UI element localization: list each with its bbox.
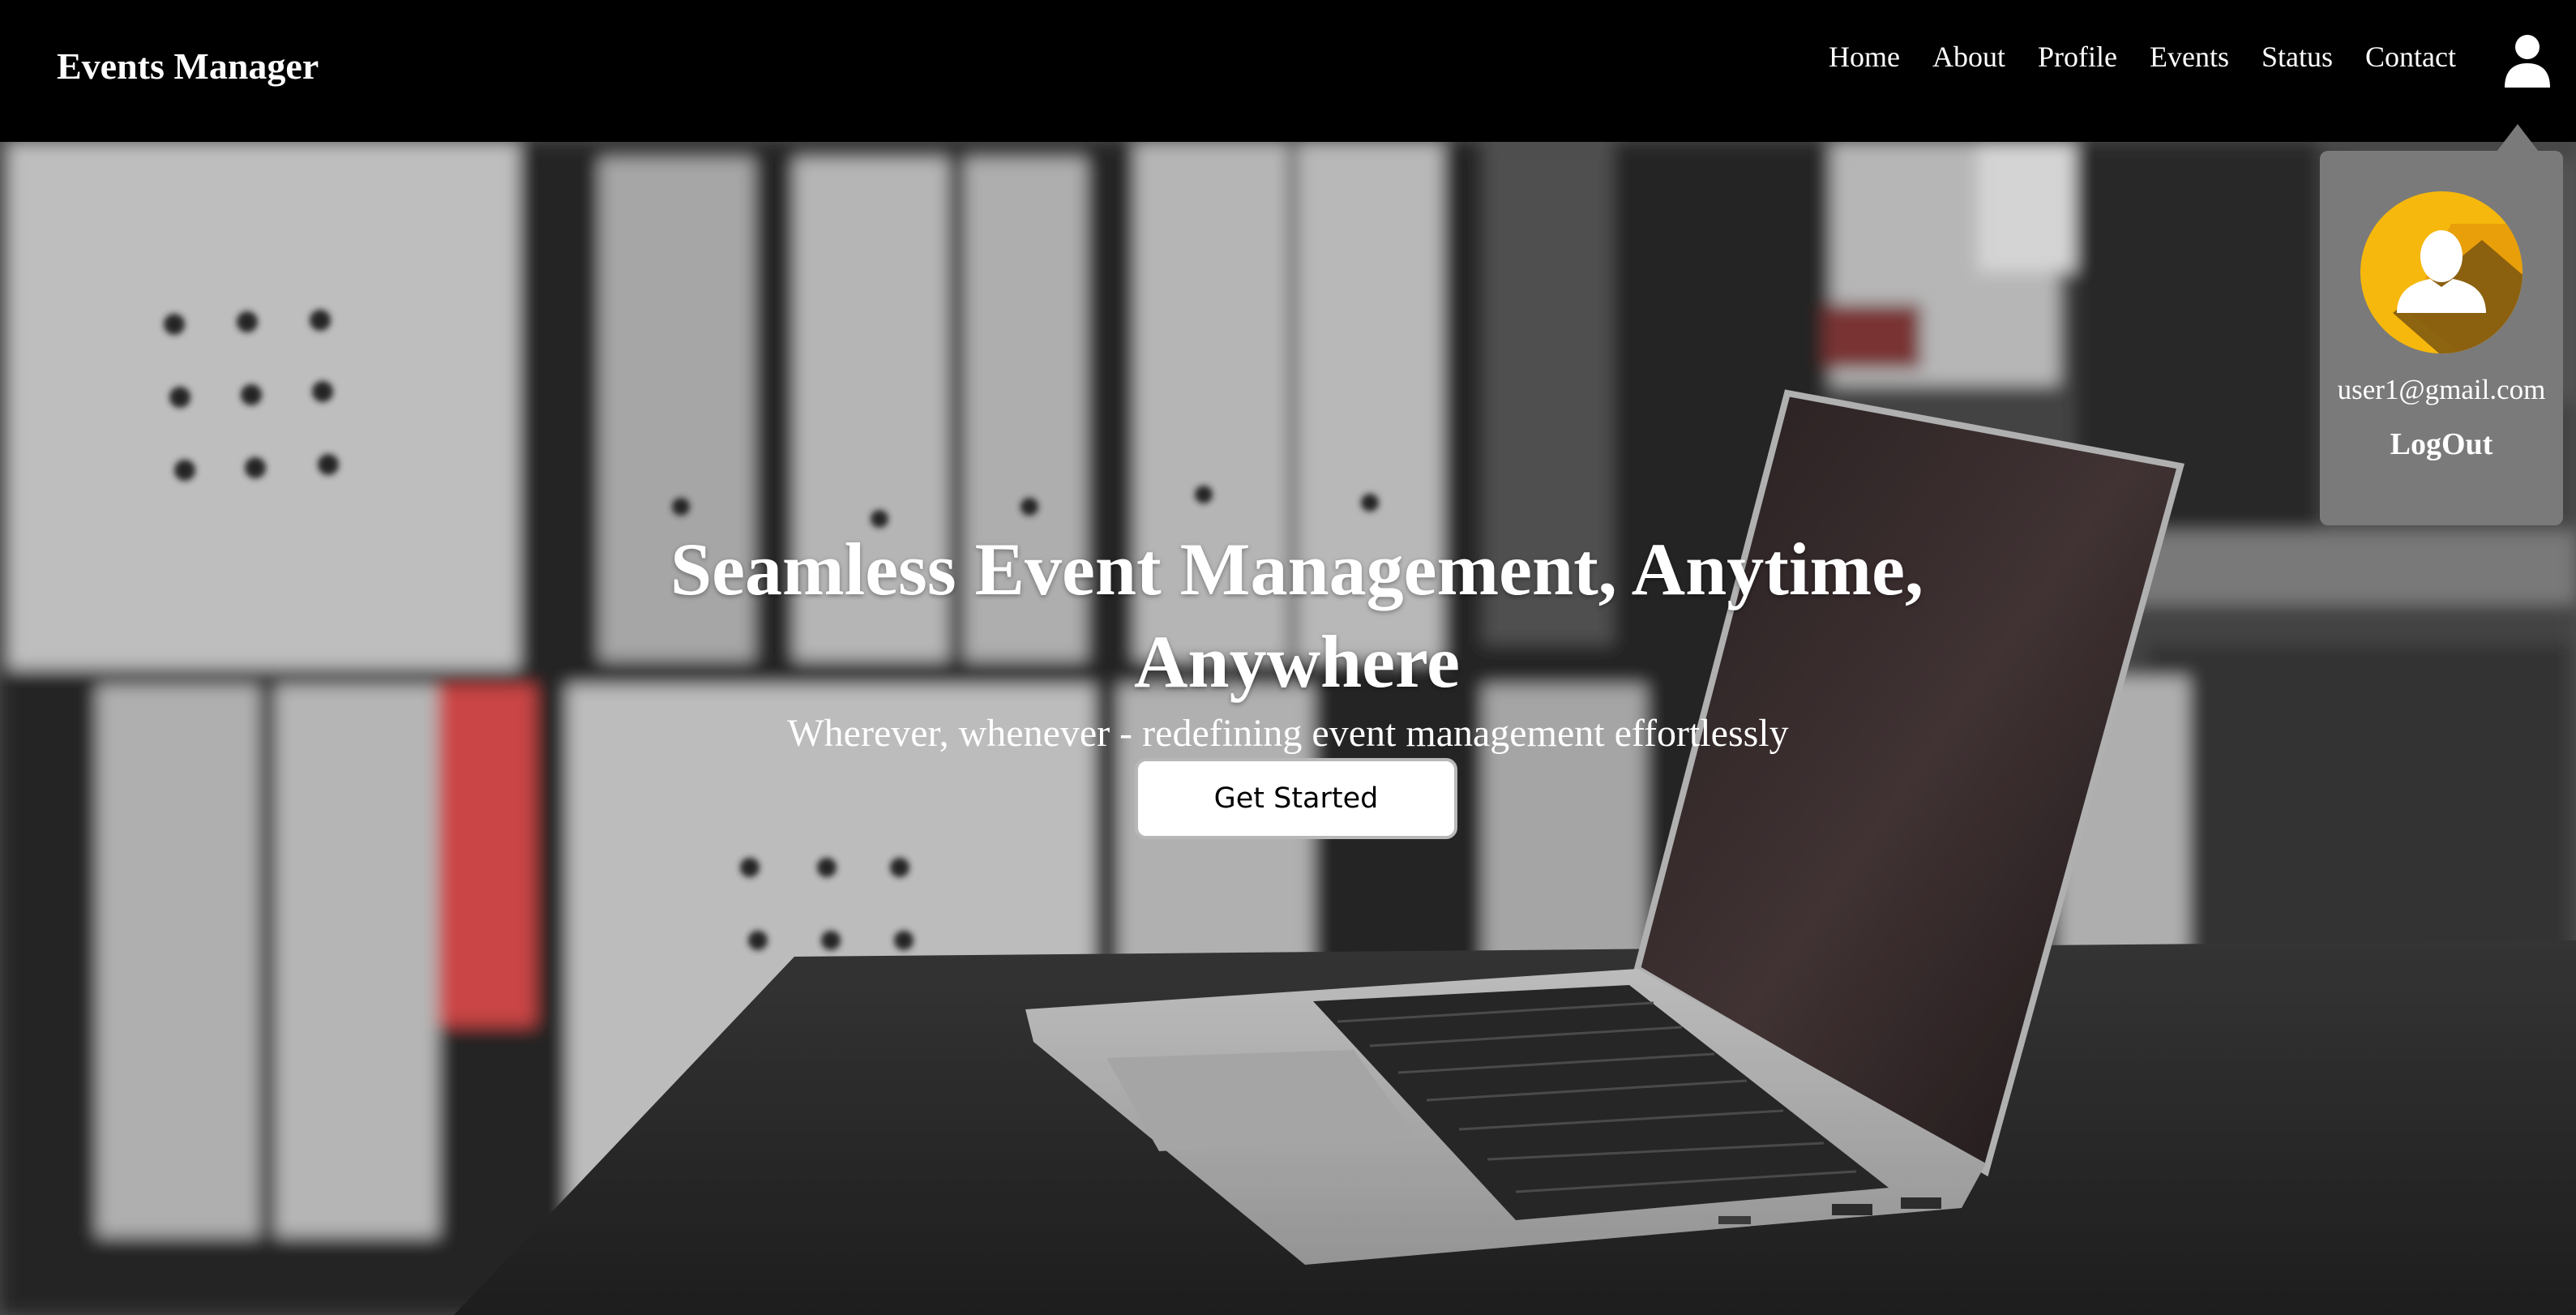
- nav-link-status[interactable]: Status: [2245, 32, 2349, 81]
- nav-link-home[interactable]: Home: [1812, 32, 1916, 81]
- user-icon[interactable]: [2503, 34, 2552, 88]
- user-dropdown-menu: user1@gmail.com LogOut: [2320, 151, 2563, 525]
- hero-subtitle: Wherever, whenever - redefining event ma…: [787, 712, 1789, 755]
- avatar-icon: [2360, 191, 2523, 353]
- brand-title[interactable]: Events Manager: [57, 41, 319, 92]
- top-navbar: Events Manager Home About Profile Events…: [0, 0, 2576, 142]
- nav-link-about[interactable]: About: [1916, 32, 2022, 81]
- nav-link-events[interactable]: Events: [2133, 32, 2245, 81]
- user-email: user1@gmail.com: [2337, 374, 2546, 405]
- hero-section: Seamless Event Management, Anytime, Anyw…: [0, 142, 2576, 1315]
- nav-link-profile[interactable]: Profile: [2022, 32, 2133, 81]
- nav-links: Home About Profile Events Status Contact: [1812, 32, 2472, 81]
- get-started-button[interactable]: Get Started: [1135, 758, 1457, 839]
- nav-link-contact[interactable]: Contact: [2349, 32, 2472, 81]
- dropdown-arrow: [2497, 124, 2539, 152]
- hero-title: Seamless Event Management, Anytime, Anyw…: [670, 528, 1923, 703]
- logout-button[interactable]: LogOut: [2320, 422, 2563, 467]
